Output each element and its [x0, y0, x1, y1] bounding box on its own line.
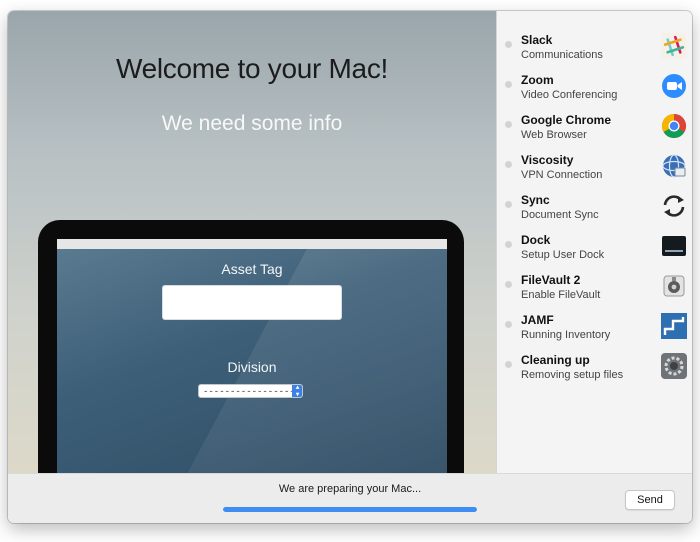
- progress-fill: [223, 507, 477, 512]
- welcome-title: Welcome to your Mac!: [115, 53, 389, 84]
- division-select[interactable]: -------------------- ▲▼: [198, 384, 303, 398]
- list-item: Cleaning up Removing setup files: [497, 345, 692, 385]
- send-button[interactable]: Send: [625, 490, 675, 510]
- chrome-icon: [661, 114, 687, 139]
- list-item: Viscosity VPN Connection: [497, 145, 692, 185]
- status-text: We are preparing your Mac...: [278, 483, 422, 495]
- list-item: Sync Document Sync: [497, 185, 692, 225]
- item-description: Communications: [521, 49, 603, 61]
- install-steps-list: Slack Communications Zoom Video Conferen…: [496, 11, 692, 473]
- status-dot: [505, 201, 512, 208]
- item-description: Web Browser: [521, 129, 587, 141]
- list-item: Slack Communications: [497, 25, 692, 65]
- zoom-icon: [662, 74, 686, 98]
- list-item: JAMF Running Inventory: [497, 305, 692, 345]
- jamf-icon: [661, 313, 687, 339]
- asset-tag-label: Asset Tag: [221, 261, 283, 277]
- division-selected-value: --------------------: [203, 387, 300, 397]
- status-dot: [505, 81, 512, 88]
- dep-notify-window: Welcome to your Mac! We need some info A…: [8, 11, 692, 523]
- sync-icon: [663, 195, 685, 217]
- laptop-menu-bar: [57, 239, 447, 249]
- item-description: VPN Connection: [521, 169, 603, 181]
- item-name: Sync: [521, 193, 550, 207]
- item-name: Cleaning up: [521, 353, 590, 367]
- item-name: JAMF: [521, 313, 554, 327]
- item-description: Enable FileVault: [521, 289, 601, 301]
- division-label: Division: [227, 359, 277, 375]
- list-item: Zoom Video Conferencing: [497, 65, 692, 105]
- item-name: Slack: [521, 33, 553, 47]
- item-name: FileVault 2: [521, 273, 581, 287]
- welcome-subtitle: We need some info: [161, 112, 343, 135]
- status-dot: [505, 321, 512, 328]
- status-dot: [505, 241, 512, 248]
- footer-bar: We are preparing your Mac... Send: [8, 473, 692, 523]
- item-description: Video Conferencing: [521, 89, 618, 101]
- status-dot: [505, 41, 512, 48]
- item-description: Document Sync: [521, 209, 599, 221]
- laptop-screen: Asset Tag Division -------------------- …: [57, 249, 447, 473]
- item-name: Google Chrome: [521, 113, 612, 127]
- viscosity-icon: [662, 154, 686, 178]
- dock-icon: [662, 236, 686, 256]
- list-item: FileVault 2 Enable FileVault: [497, 265, 692, 305]
- filevault-icon: [663, 275, 685, 297]
- progress-bar: [223, 507, 477, 512]
- slack-icon: [661, 33, 687, 59]
- status-dot: [505, 361, 512, 368]
- item-name: Dock: [521, 233, 551, 247]
- item-description: Removing setup files: [521, 369, 624, 381]
- item-name: Viscosity: [521, 153, 574, 167]
- list-item: Google Chrome Web Browser: [497, 105, 692, 145]
- status-dot: [505, 121, 512, 128]
- asset-tag-input[interactable]: [162, 285, 342, 320]
- chevron-updown-icon: ▲ ▼: [292, 385, 302, 397]
- list-item: Dock Setup User Dock: [497, 225, 692, 265]
- main-panel: Welcome to your Mac! We need some info A…: [8, 11, 496, 473]
- item-description: Running Inventory: [521, 329, 611, 341]
- item-description: Setup User Dock: [521, 249, 605, 261]
- cleanup-gear-icon: [661, 353, 687, 379]
- status-dot: [505, 161, 512, 168]
- item-name: Zoom: [521, 73, 554, 87]
- status-dot: [505, 281, 512, 288]
